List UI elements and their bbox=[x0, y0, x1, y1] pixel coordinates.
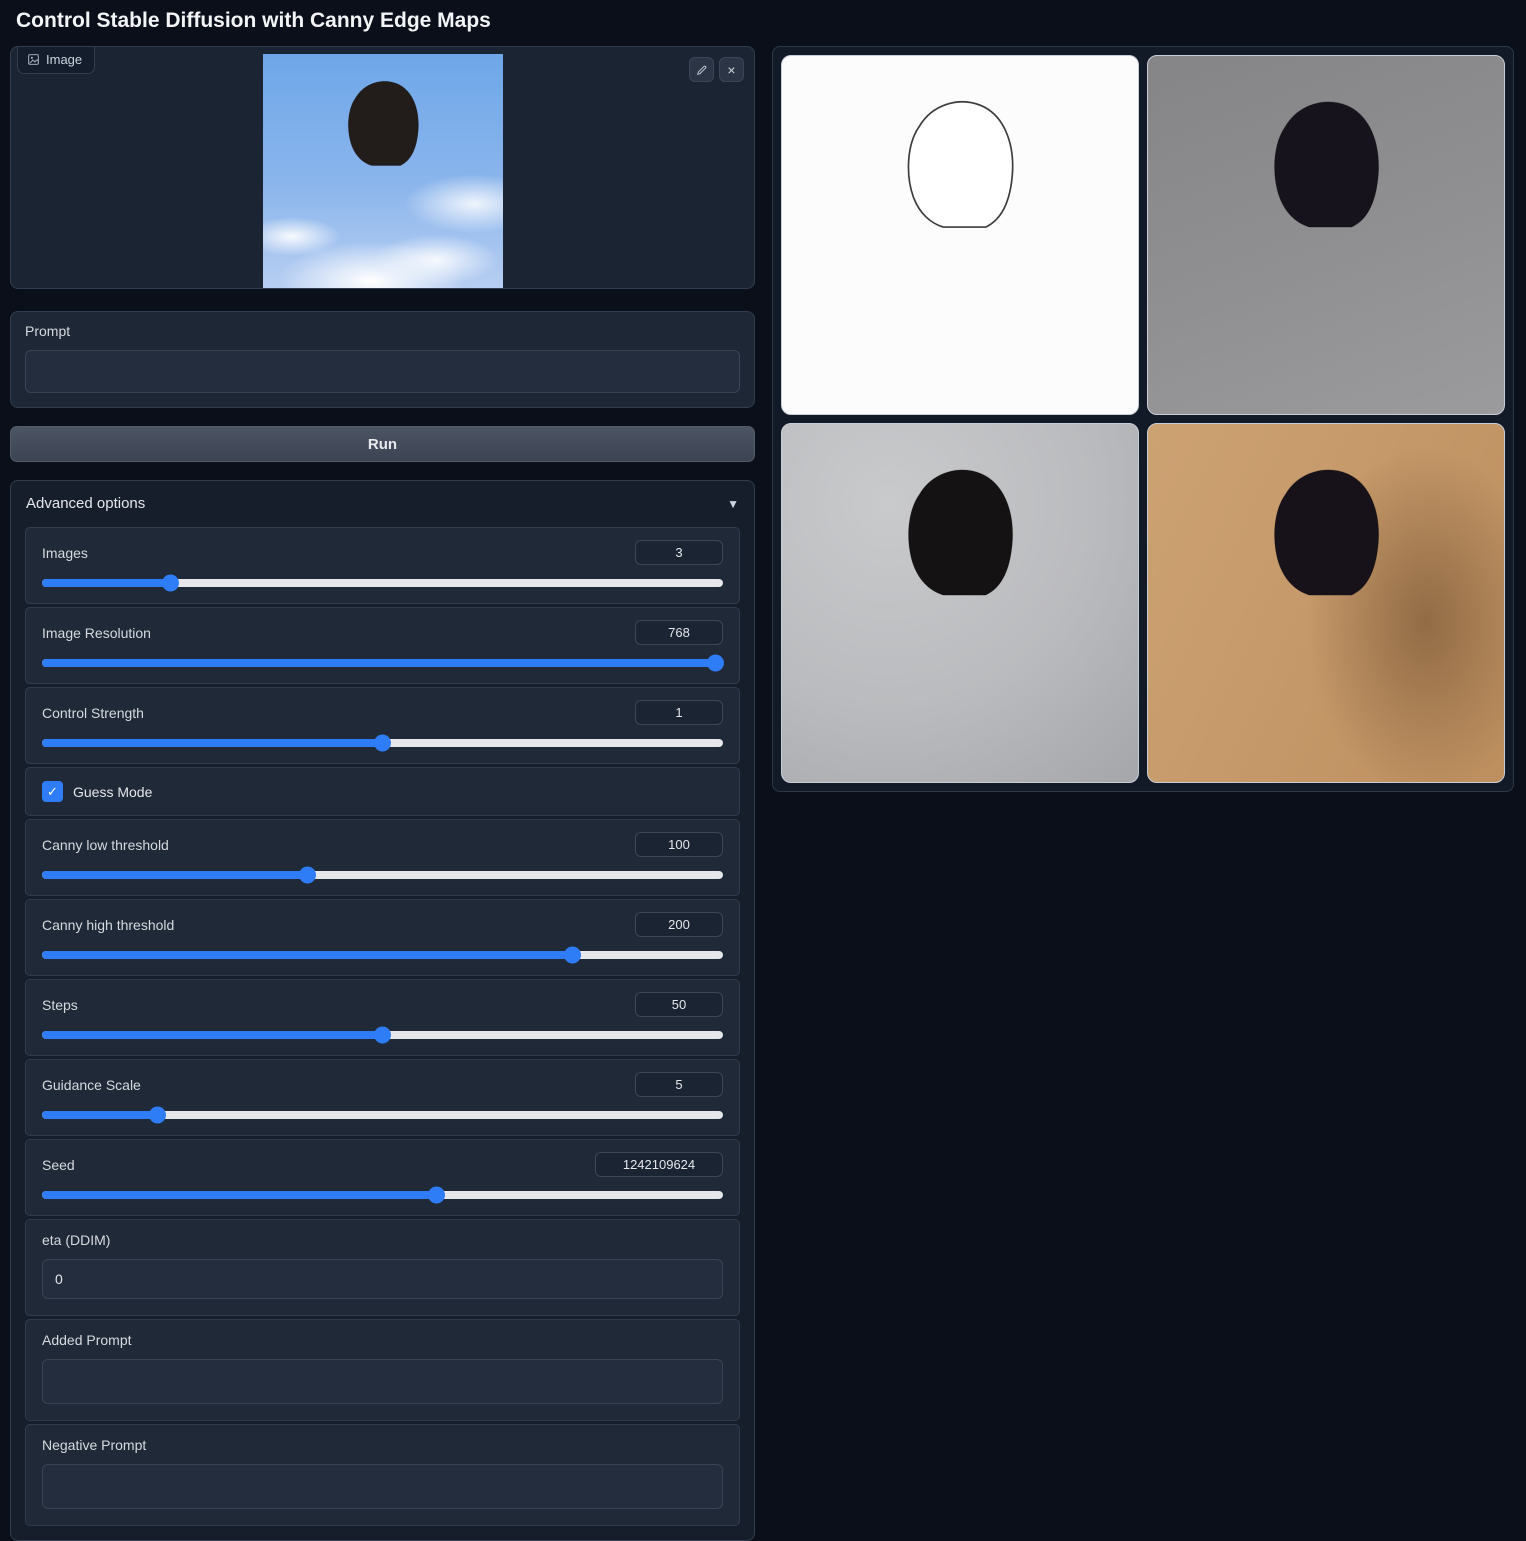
guidance-slider[interactable] bbox=[42, 1106, 723, 1124]
page-title: Control Stable Diffusion with Canny Edge… bbox=[16, 9, 491, 32]
advanced-options-panel: Advanced options ▼ Images 3 Image Resolu… bbox=[10, 480, 755, 1541]
canny-high-slider-row: Canny high threshold bbox=[25, 899, 740, 976]
images-value-input[interactable] bbox=[635, 540, 723, 565]
generated-image-3 bbox=[1274, 469, 1380, 596]
strength-label: Control Strength bbox=[42, 704, 144, 721]
negative-prompt-label: Negative Prompt bbox=[42, 1437, 147, 1453]
negative-prompt-input[interactable] bbox=[42, 1464, 723, 1509]
guess-mode-label: Guess Mode bbox=[73, 783, 153, 800]
resolution-slider-row: Image Resolution bbox=[25, 607, 740, 684]
eta-label: eta (DDIM) bbox=[42, 1232, 111, 1248]
guidance-slider-row: Guidance Scale bbox=[25, 1059, 740, 1136]
steps-value-input[interactable] bbox=[635, 992, 723, 1017]
added-prompt-row: Added Prompt bbox=[25, 1319, 740, 1421]
slider-handle[interactable] bbox=[373, 1026, 391, 1044]
pencil-icon bbox=[696, 65, 706, 75]
gallery-item-generated-1[interactable] bbox=[1147, 55, 1505, 415]
canny-high-label: Canny high threshold bbox=[42, 916, 175, 933]
output-gallery bbox=[772, 46, 1514, 792]
steps-slider[interactable] bbox=[42, 1026, 723, 1044]
canny-low-label: Canny low threshold bbox=[42, 836, 169, 853]
slider-handle[interactable] bbox=[148, 1106, 166, 1124]
strength-value-input[interactable] bbox=[635, 700, 723, 725]
eta-input[interactable] bbox=[42, 1259, 723, 1299]
edit-image-button[interactable] bbox=[689, 57, 714, 82]
advanced-options-header[interactable]: Advanced options ▼ bbox=[11, 481, 754, 525]
canny-high-value-input[interactable] bbox=[635, 912, 723, 937]
steps-label: Steps bbox=[42, 996, 78, 1013]
steps-slider-row: Steps bbox=[25, 979, 740, 1056]
slider-handle[interactable] bbox=[162, 574, 180, 592]
seed-slider-row: Seed bbox=[25, 1139, 740, 1216]
gallery-item-generated-2[interactable] bbox=[781, 423, 1139, 783]
uploaded-image bbox=[262, 54, 503, 288]
guess-mode-row: ✓ Guess Mode bbox=[25, 767, 740, 816]
guidance-label: Guidance Scale bbox=[42, 1076, 141, 1093]
seed-value-input[interactable] bbox=[595, 1152, 723, 1177]
resolution-value-input[interactable] bbox=[635, 620, 723, 645]
advanced-options-title: Advanced options bbox=[26, 495, 146, 512]
images-label: Images bbox=[42, 544, 88, 561]
canny-low-value-input[interactable] bbox=[635, 832, 723, 857]
canny-edge-map-image bbox=[907, 101, 1014, 228]
input-image-panel: Image × bbox=[10, 46, 755, 289]
uploaded-image-figure bbox=[347, 80, 419, 166]
strength-slider[interactable] bbox=[42, 734, 723, 752]
guess-mode-checkbox[interactable]: ✓ bbox=[42, 781, 63, 802]
seed-label: Seed bbox=[42, 1156, 75, 1173]
slider-handle[interactable] bbox=[298, 866, 316, 884]
image-tab-label: Image bbox=[17, 47, 96, 74]
image-icon bbox=[28, 54, 39, 65]
slider-handle[interactable] bbox=[707, 654, 725, 672]
negative-prompt-row: Negative Prompt bbox=[25, 1424, 740, 1526]
slider-handle[interactable] bbox=[373, 734, 391, 752]
canny-high-slider[interactable] bbox=[42, 946, 723, 964]
added-prompt-input[interactable] bbox=[42, 1359, 723, 1404]
app-root: Control Stable Diffusion with Canny Edge… bbox=[0, 0, 1526, 1541]
generated-image-2 bbox=[908, 469, 1014, 596]
chevron-down-icon: ▼ bbox=[727, 496, 739, 511]
seed-slider[interactable] bbox=[42, 1186, 723, 1204]
canny-low-slider-row: Canny low threshold bbox=[25, 819, 740, 896]
resolution-label: Image Resolution bbox=[42, 624, 151, 641]
clear-image-button[interactable]: × bbox=[719, 57, 744, 82]
slider-handle[interactable] bbox=[564, 946, 582, 964]
run-button[interactable]: Run bbox=[10, 426, 755, 462]
guidance-value-input[interactable] bbox=[635, 1072, 723, 1097]
eta-row: eta (DDIM) bbox=[25, 1219, 740, 1316]
slider-handle[interactable] bbox=[427, 1186, 445, 1204]
gallery-item-canny-edge-map[interactable] bbox=[781, 55, 1139, 415]
strength-slider-row: Control Strength bbox=[25, 687, 740, 764]
prompt-input[interactable] bbox=[25, 350, 740, 393]
close-icon: × bbox=[727, 61, 736, 78]
images-slider-row: Images bbox=[25, 527, 740, 604]
images-slider[interactable] bbox=[42, 574, 723, 592]
canny-low-slider[interactable] bbox=[42, 866, 723, 884]
checkmark-icon: ✓ bbox=[47, 783, 58, 799]
added-prompt-label: Added Prompt bbox=[42, 1332, 132, 1348]
prompt-panel: Prompt bbox=[10, 311, 755, 408]
resolution-slider[interactable] bbox=[42, 654, 725, 672]
gallery-item-generated-3[interactable] bbox=[1147, 423, 1505, 783]
generated-image-1 bbox=[1274, 101, 1380, 228]
prompt-label: Prompt bbox=[25, 323, 71, 339]
